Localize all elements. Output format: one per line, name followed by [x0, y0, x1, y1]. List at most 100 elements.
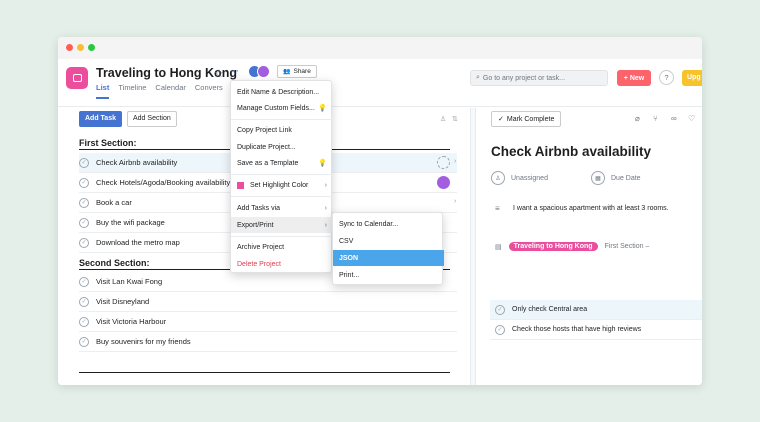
close-window-button[interactable] — [66, 44, 73, 51]
chevron-right-icon[interactable]: › — [454, 198, 456, 205]
project-tabs: List Timeline Calendar Convers — [96, 83, 223, 99]
submenu-item-csv[interactable]: CSV — [333, 233, 444, 249]
new-button[interactable]: + New — [617, 70, 651, 86]
export-submenu: Sync to Calendar... CSV JSON Print... — [332, 212, 444, 285]
project-icon — [66, 67, 88, 89]
mark-complete-button[interactable]: ✓ Mark Complete — [491, 111, 562, 127]
menu-item-edit-name[interactable]: Edit Name & Description... — [231, 84, 333, 100]
more-options-icon[interactable]: ··· — [230, 65, 239, 77]
project-membership: ▤ Traveling to Hong Kong First Section – — [495, 242, 649, 251]
task-description[interactable]: I want a spacious apartment with at leas… — [513, 205, 669, 212]
menu-item-duplicate[interactable]: Duplicate Project... — [231, 139, 333, 155]
menu-item-archive[interactable]: Archive Project — [231, 239, 333, 255]
submenu-item-json[interactable]: JSON — [333, 250, 444, 266]
assignee-avatar[interactable] — [437, 156, 450, 169]
task-name[interactable]: Check Hotels/Agoda/Booking availability — [96, 178, 230, 187]
menu-item-copy-link[interactable]: Copy Project Link — [231, 122, 333, 138]
check-icon[interactable]: ✓ — [495, 324, 505, 335]
people-icon: 👥 — [283, 69, 291, 75]
check-icon[interactable]: ✓ — [79, 177, 89, 188]
chevron-right-icon: › — [324, 221, 327, 229]
task-row[interactable]: ✓ Buy souvenirs for my friends — [79, 332, 457, 352]
person-icon: ♙ — [491, 171, 505, 185]
task-name[interactable]: Buy the wifi package — [96, 218, 165, 227]
menu-item-manage-custom-fields[interactable]: Manage Custom Fields... 💡 — [231, 100, 333, 116]
share-button[interactable]: 👥 Share — [277, 65, 317, 78]
check-icon[interactable]: ✓ — [79, 296, 89, 307]
title-bar — [58, 37, 702, 59]
subtask-row[interactable]: ✓ Only check Central area — [490, 300, 702, 320]
menu-item-save-template[interactable]: Save as a Template 💡 — [231, 155, 333, 171]
check-icon[interactable]: ✓ — [79, 336, 89, 347]
check-icon[interactable]: ✓ — [495, 304, 505, 315]
menu-separator — [231, 196, 333, 197]
task-name[interactable]: Visit Disneyland — [96, 297, 149, 306]
help-icon[interactable]: ? — [659, 70, 674, 85]
member-avatar[interactable] — [257, 65, 270, 78]
submenu-item-sync-calendar[interactable]: Sync to Calendar... — [333, 216, 444, 232]
sort-icon[interactable]: ⇅ — [452, 115, 458, 123]
chevron-right-icon: › — [324, 204, 327, 212]
like-icon[interactable]: ♡ — [688, 114, 695, 123]
check-icon[interactable]: ✓ — [79, 276, 89, 287]
check-icon[interactable]: ✓ — [79, 197, 89, 208]
task-detail-pane: ✓ Mark Complete ⌀ ⑂ ∞ ♡ Check Airbnb ava… — [476, 108, 702, 385]
task-row[interactable]: ✓ Visit Victoria Harbour — [79, 312, 457, 332]
submenu-item-print[interactable]: Print... — [333, 267, 444, 283]
description-icon: ≡ — [495, 204, 500, 213]
check-icon: ✓ — [498, 116, 504, 123]
assignee-field[interactable]: ♙ Unassigned — [491, 171, 548, 185]
menu-item-highlight-color[interactable]: Set Highlight Color › — [231, 177, 333, 193]
check-icon[interactable]: ✓ — [79, 316, 89, 327]
chevron-right-icon[interactable]: › — [454, 158, 456, 165]
list-end-divider — [79, 372, 450, 373]
add-task-button[interactable]: Add Task — [79, 111, 122, 127]
task-row[interactable]: ✓ Visit Disneyland — [79, 292, 457, 312]
project-header: Traveling to Hong Kong ☆ ··· 👥 Share Lis… — [58, 59, 702, 107]
task-name[interactable]: Check Airbnb availability — [96, 158, 177, 167]
star-icon[interactable]: ☆ — [214, 67, 224, 80]
search-icon: ⌕ — [476, 74, 480, 81]
menu-item-delete[interactable]: Delete Project — [231, 256, 333, 272]
app-window: Traveling to Hong Kong ☆ ··· 👥 Share Lis… — [58, 37, 702, 385]
task-name[interactable]: Visit Victoria Harbour — [96, 317, 166, 326]
lightbulb-icon: 💡 — [318, 105, 327, 112]
attachment-icon[interactable]: ⌀ — [635, 114, 640, 123]
menu-item-export-print[interactable]: Export/Print › — [231, 217, 333, 233]
project-actions-menu: Edit Name & Description... Manage Custom… — [230, 80, 333, 273]
add-section-button[interactable]: Add Section — [127, 111, 177, 127]
subtask-icon[interactable]: ⑂ — [653, 114, 658, 123]
task-name[interactable]: Buy souvenirs for my friends — [96, 337, 191, 346]
lightbulb-icon: 💡 — [318, 160, 327, 167]
subtask-row[interactable]: ✓ Check those hosts that have high revie… — [490, 320, 702, 340]
task-name[interactable]: Download the metro map — [96, 238, 180, 247]
search-input[interactable]: ⌕ Go to any project or task... — [470, 70, 608, 86]
upgrade-button[interactable]: Upg — [682, 70, 702, 86]
minimize-window-button[interactable] — [77, 44, 84, 51]
menu-item-add-tasks-via[interactable]: Add Tasks via › — [231, 200, 333, 216]
check-icon[interactable]: ✓ — [79, 157, 89, 168]
project-pill[interactable]: Traveling to Hong Kong — [508, 242, 598, 251]
tab-timeline[interactable]: Timeline — [118, 83, 146, 99]
task-name[interactable]: Visit Lan Kwai Fong — [96, 277, 162, 286]
section-dropdown[interactable]: First Section – — [605, 243, 650, 250]
menu-separator — [231, 236, 333, 237]
task-name[interactable]: Book a car — [96, 198, 132, 207]
due-date-field[interactable]: ▦ Due Date — [591, 171, 641, 185]
color-swatch — [237, 181, 244, 189]
plus-icon: + — [623, 74, 628, 82]
link-icon[interactable]: ∞ — [671, 114, 677, 123]
tab-list[interactable]: List — [96, 83, 110, 99]
assignee-avatar[interactable] — [437, 176, 450, 189]
maximize-window-button[interactable] — [88, 44, 95, 51]
clipboard-icon: ▤ — [495, 243, 502, 251]
tab-conversations[interactable]: Convers — [195, 83, 223, 99]
calendar-icon: ▦ — [591, 171, 605, 185]
chevron-right-icon: › — [324, 181, 327, 189]
menu-separator — [231, 119, 333, 120]
person-filter-icon[interactable]: ♙ — [440, 115, 446, 123]
tab-calendar[interactable]: Calendar — [155, 83, 185, 99]
task-detail-title[interactable]: Check Airbnb availability — [491, 144, 651, 159]
check-icon[interactable]: ✓ — [79, 217, 89, 228]
check-icon[interactable]: ✓ — [79, 237, 89, 248]
